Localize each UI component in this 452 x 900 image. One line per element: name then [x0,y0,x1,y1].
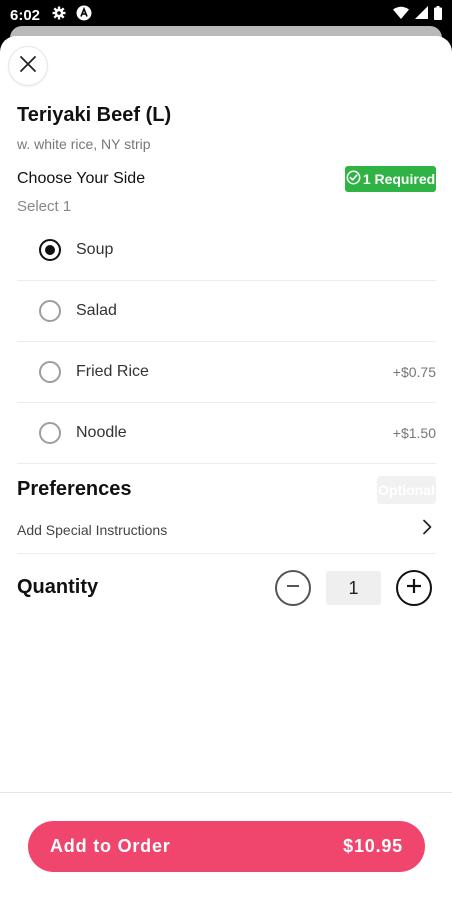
minus-icon [285,578,301,599]
option-label: Salad [76,302,117,319]
side-option-noodle[interactable]: Noodle +$1.50 [17,403,436,464]
close-button[interactable] [8,46,48,86]
check-circle-icon [346,170,361,188]
signal-icon [415,6,428,24]
item-title: Teriyaki Beef (L) [17,104,172,126]
close-icon [19,55,37,78]
option-label: Noodle [76,424,127,441]
side-option-fried-rice[interactable]: Fried Rice +$0.75 [17,342,436,403]
option-label: Fried Rice [76,363,149,380]
radio-unselected[interactable] [39,422,61,444]
increase-quantity-button[interactable] [396,570,432,606]
radio-unselected[interactable] [39,300,61,322]
side-section-subtitle: Select 1 [17,198,72,215]
wifi-icon [393,6,409,24]
option-price: +$0.75 [392,364,436,380]
chevron-right-icon [422,519,432,540]
option-price: +$1.50 [392,425,436,441]
item-options-sheet: Teriyaki Beef (L) w. white rice, NY stri… [0,36,452,900]
battery-icon [434,5,442,25]
required-badge: 1 Required [345,166,436,192]
status-right-icons [393,5,442,25]
side-options-list: Soup Salad Fried Rice +$0.75 Noodle +$1.… [17,220,436,464]
side-section-title: Choose Your Side [17,170,146,187]
option-label: Soup [76,241,114,258]
plus-icon [405,577,423,600]
quantity-label: Quantity [17,576,99,598]
special-instructions-label: Add Special Instructions [17,521,168,538]
special-instructions-row[interactable]: Add Special Instructions [17,506,436,554]
status-time: 6:02 [10,6,41,24]
app-a-icon [76,5,92,26]
side-option-salad[interactable]: Salad [17,281,436,342]
add-to-order-label: Add to Order [50,836,171,856]
decrease-quantity-button[interactable] [275,570,311,606]
optional-badge: Optional [377,476,436,504]
add-to-order-button[interactable]: Add to Order $10.95 [28,821,425,872]
footer-divider [0,792,452,793]
side-option-soup[interactable]: Soup [17,220,436,281]
status-left-icons [52,5,92,26]
item-description: w. white rice, NY strip [17,136,151,152]
preferences-title: Preferences [17,478,132,500]
radio-unselected[interactable] [39,361,61,383]
quantity-value: 1 [326,571,381,605]
required-badge-label: 1 Required [362,171,436,187]
radio-selected[interactable] [39,239,61,261]
order-total-price: $10.95 [343,836,403,856]
gear-icon [52,6,66,25]
